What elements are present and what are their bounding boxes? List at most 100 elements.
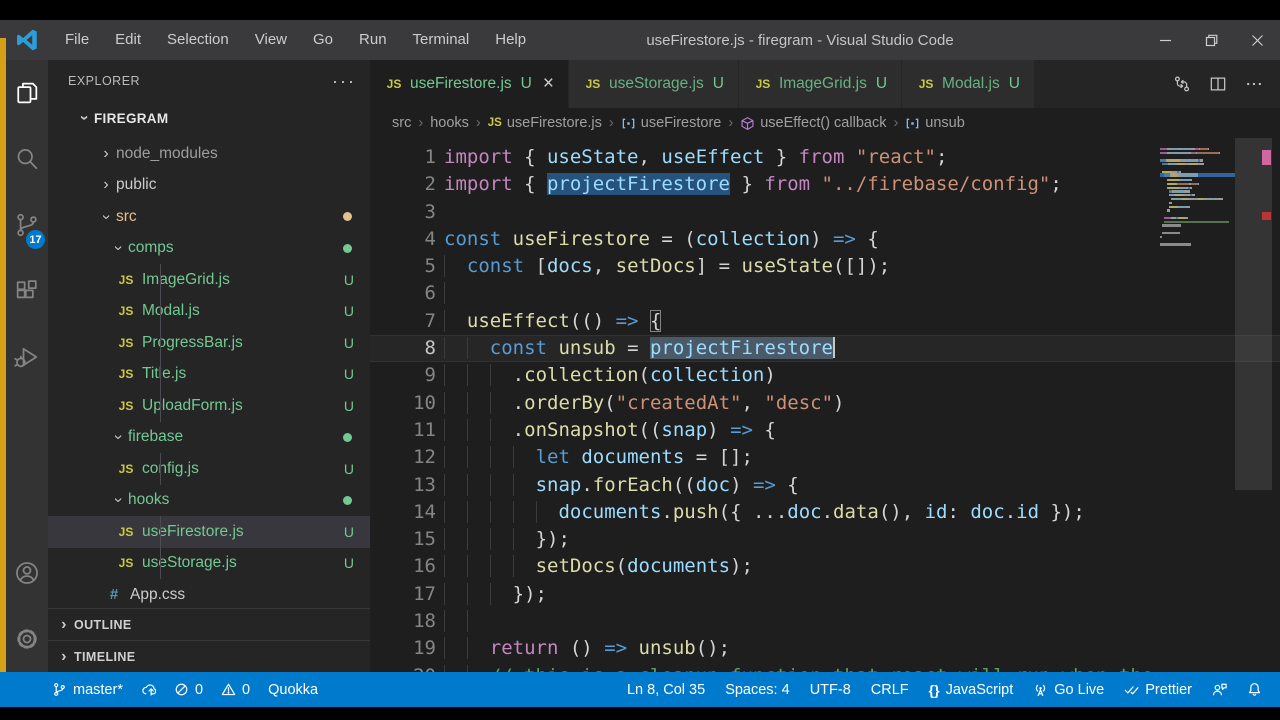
tree-item-usestorage-js[interactable]: JSuseStorage.jsU: [48, 548, 370, 580]
code-editor[interactable]: 1import { useState, useEffect } from "re…: [370, 138, 1280, 672]
code-line-17[interactable]: 17 });: [370, 581, 1280, 608]
menu-run[interactable]: Run: [346, 20, 400, 60]
code-line-11[interactable]: 11 .onSnapshot((snap) => {: [370, 417, 1280, 444]
tree-item-src[interactable]: ›src: [48, 201, 370, 233]
code-line-3[interactable]: 3: [370, 199, 1280, 226]
line-number: 17: [370, 581, 444, 608]
code-line-12[interactable]: 12 let documents = [];: [370, 444, 1280, 471]
status-ln-8-col-35[interactable]: Ln 8, Col 35: [627, 682, 705, 698]
restore-button[interactable]: [1188, 20, 1234, 60]
code-line-1[interactable]: 1import { useState, useEffect } from "re…: [370, 144, 1280, 171]
activity-settings[interactable]: [6, 606, 48, 672]
tree-item-hooks[interactable]: ›hooks: [48, 485, 370, 517]
tree-item-app-css[interactable]: #App.css: [48, 579, 370, 608]
breadcrumb-unsub[interactable]: unsub: [905, 115, 965, 131]
code-line-6[interactable]: 6: [370, 280, 1280, 307]
breadcrumb-hooks[interactable]: hooks: [430, 115, 469, 131]
tree-root-firegram[interactable]: › FIREGRAM: [48, 102, 370, 134]
activity-source-control[interactable]: 17: [6, 192, 48, 258]
line-content: // this is a cleanup function that react…: [444, 663, 1153, 672]
tree-item-usefirestore-js[interactable]: JSuseFirestore.jsU: [48, 516, 370, 548]
activity-run-debug[interactable]: [6, 324, 48, 390]
status-utf-8[interactable]: UTF-8: [810, 682, 851, 698]
breadcrumb-src[interactable]: src: [392, 115, 411, 131]
code-line-19[interactable]: 19 return () => unsub();: [370, 635, 1280, 662]
activity-account[interactable]: [6, 540, 48, 606]
code-line-2[interactable]: 2import { projectFirestore } from "../fi…: [370, 171, 1280, 198]
status-feedback[interactable]: [1212, 682, 1227, 697]
tree-item-uploadform-js[interactable]: JSUploadForm.jsU: [48, 390, 370, 422]
tree-item-imagegrid-js[interactable]: JSImageGrid.jsU: [48, 264, 370, 296]
code-line-8[interactable]: 8 const unsub = projectFirestore: [370, 335, 1280, 362]
indent-guide: [490, 528, 513, 550]
menu-edit[interactable]: Edit: [102, 20, 154, 60]
code-line-7[interactable]: 7 useEffect(() => {: [370, 308, 1280, 335]
tab-bar: JSuseFirestore.jsU×JSuseStorage.jsUJSIma…: [370, 60, 1280, 108]
chevron-down-icon: ›: [110, 240, 126, 256]
action-open-changes[interactable]: [1172, 74, 1192, 94]
status-double-check[interactable]: Prettier: [1124, 682, 1192, 698]
code-line-5[interactable]: 5 const [docs, setDocs] = useState([]);: [370, 253, 1280, 280]
tree-item-node-modules[interactable]: ›node_modules: [48, 138, 370, 170]
status-quokka[interactable]: Quokka: [268, 682, 318, 698]
tree-item-firebase[interactable]: ›firebase: [48, 422, 370, 454]
indent-guide: [444, 282, 467, 304]
menu-go[interactable]: Go: [300, 20, 346, 60]
minimap-line: [1160, 159, 1235, 161]
minimize-button[interactable]: [1142, 20, 1188, 60]
tab-imagegrid-js[interactable]: JSImageGrid.jsU: [739, 60, 902, 108]
code-line-16[interactable]: 16 setDocs(documents);: [370, 553, 1280, 580]
code-line-15[interactable]: 15 });: [370, 526, 1280, 553]
code-line-20[interactable]: 20 // this is a cleanup function that re…: [370, 663, 1280, 672]
code-line-18[interactable]: 18: [370, 608, 1280, 635]
breadcrumb-usefirestore[interactable]: useFirestore: [621, 115, 722, 131]
activity-search[interactable]: [6, 126, 48, 192]
more-actions-icon[interactable]: ···: [332, 76, 356, 86]
tree-item-title-js[interactable]: JSTitle.jsU: [48, 359, 370, 391]
tree-item-progressbar-js[interactable]: JSProgressBar.jsU: [48, 327, 370, 359]
status-broadcast[interactable]: Go Live: [1033, 682, 1104, 698]
scrollbar-thumb[interactable]: [1235, 138, 1272, 490]
indent-guide: [513, 446, 536, 468]
sidebar-header: EXPLORER ···: [48, 60, 370, 102]
section-timeline[interactable]: ›TIMELINE: [48, 640, 370, 672]
code-line-4[interactable]: 4const useFirestore = (collection) => {: [370, 226, 1280, 253]
status-braces[interactable]: {}JavaScript: [929, 682, 1014, 698]
close-button[interactable]: [1234, 20, 1280, 60]
tab-usefirestore-js[interactable]: JSuseFirestore.jsU×: [370, 60, 569, 108]
close-icon[interactable]: ×: [543, 77, 554, 91]
menu-bar: FileEditSelectionViewGoRunTerminalHelp: [52, 20, 539, 60]
tree-item-config-js[interactable]: JSconfig.jsU: [48, 453, 370, 485]
code-line-10[interactable]: 10 .orderBy("createdAt", "desc"): [370, 390, 1280, 417]
code-line-13[interactable]: 13 snap.forEach((doc) => {: [370, 472, 1280, 499]
minimap-line: [1160, 173, 1235, 177]
tab-modal-js[interactable]: JSModal.jsU: [902, 60, 1035, 108]
menu-selection[interactable]: Selection: [154, 20, 242, 60]
tree-item-public[interactable]: ›public: [48, 170, 370, 202]
menu-view[interactable]: View: [242, 20, 300, 60]
menu-file[interactable]: File: [52, 20, 102, 60]
code-line-14[interactable]: 14 documents.push({ ...doc.data(), id: d…: [370, 499, 1280, 526]
minimap[interactable]: [1160, 148, 1235, 247]
action-split-editor[interactable]: [1208, 74, 1228, 94]
section-outline[interactable]: ›OUTLINE: [48, 608, 370, 640]
status-error[interactable]: 0: [174, 682, 203, 698]
status-bell[interactable]: [1247, 682, 1262, 697]
status-sync[interactable]: [141, 682, 156, 697]
breadcrumb-useeffect-callback[interactable]: useEffect() callback: [740, 115, 886, 131]
tree-item-comps[interactable]: ›comps: [48, 233, 370, 265]
status-branch[interactable]: master*: [52, 682, 123, 698]
indent-guide: [467, 446, 490, 468]
line-number: 19: [370, 635, 444, 662]
tab-usestorage-js[interactable]: JSuseStorage.jsU: [569, 60, 739, 108]
breadcrumb-usefirestore-js[interactable]: JSuseFirestore.js: [488, 115, 602, 131]
status-warning[interactable]: 0: [221, 682, 250, 698]
code-line-9[interactable]: 9 .collection(collection): [370, 362, 1280, 389]
action-more-actions[interactable]: [1244, 74, 1264, 94]
tree-item-modal-js[interactable]: JSModal.jsU: [48, 296, 370, 328]
status-crlf[interactable]: CRLF: [871, 682, 909, 698]
activity-explorer[interactable]: [6, 60, 48, 126]
status-spaces-4[interactable]: Spaces: 4: [725, 682, 790, 698]
breadcrumb-separator: ›: [728, 115, 733, 131]
activity-extensions[interactable]: [6, 258, 48, 324]
